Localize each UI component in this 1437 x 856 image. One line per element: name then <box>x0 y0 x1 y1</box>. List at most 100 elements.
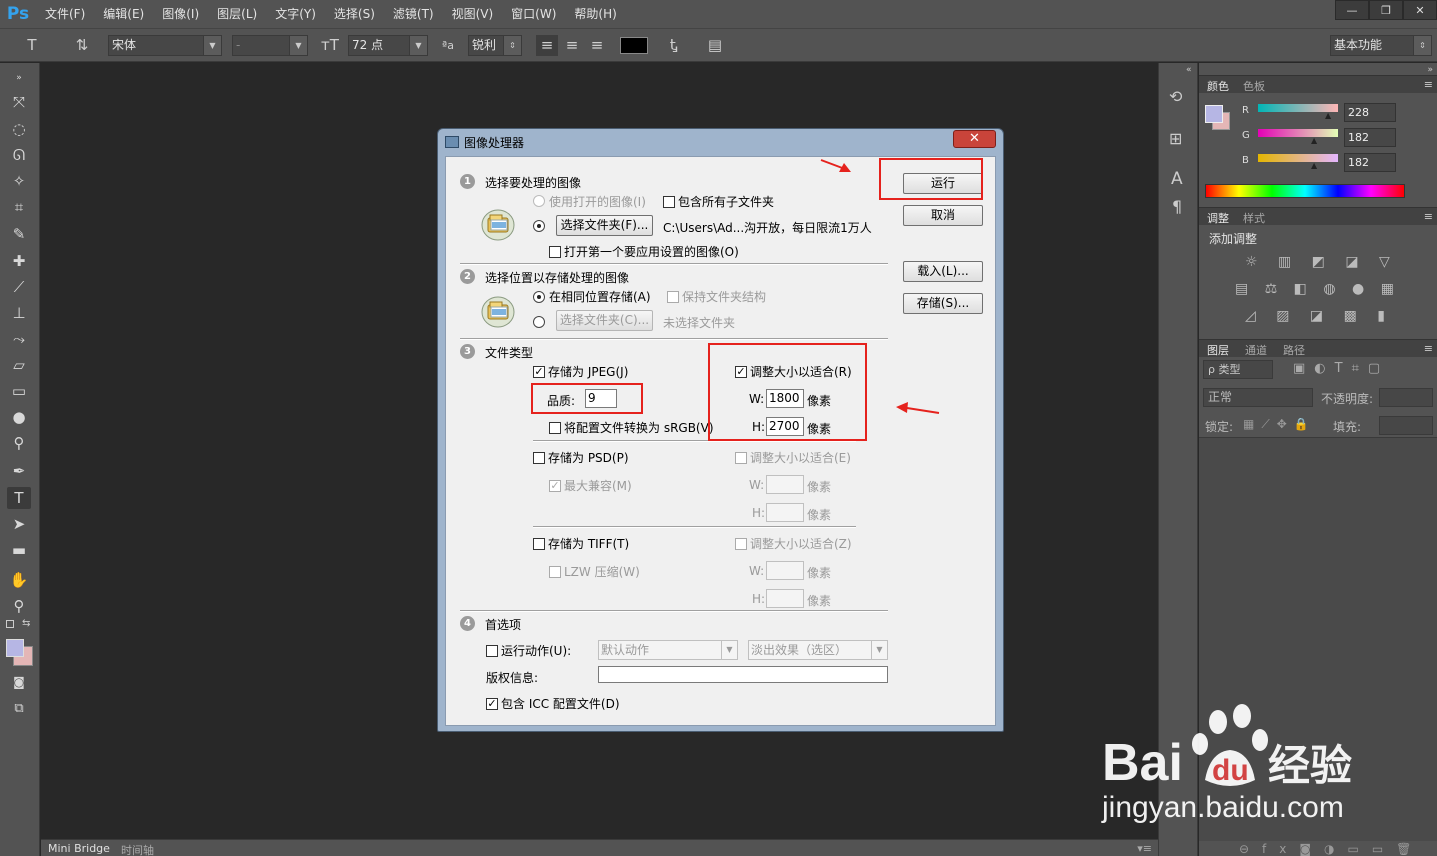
open-first-image-checkbox[interactable] <box>549 246 561 258</box>
tab-styles[interactable]: 样式 <box>1243 210 1265 226</box>
menu-filter[interactable]: 滤镜(T) <box>384 0 443 28</box>
menu-window[interactable]: 窗口(W) <box>502 0 565 28</box>
color-spectrum-bar[interactable] <box>1205 184 1405 198</box>
save-tiff-checkbox[interactable] <box>533 538 545 550</box>
slider-thumb-icon[interactable]: ▲ <box>1325 111 1331 120</box>
history-panel-icon[interactable]: ⟲ <box>1169 87 1182 106</box>
font-size-select[interactable]: 72 点 ▼ <box>348 35 428 56</box>
stamp-tool-icon[interactable]: ⊥ <box>7 302 31 324</box>
load-button[interactable]: 载入(L)... <box>903 261 983 282</box>
tiff-width-input[interactable] <box>766 561 804 580</box>
blend-mode-select[interactable]: 正常 <box>1203 388 1313 407</box>
tab-paths[interactable]: 路径 <box>1283 342 1305 358</box>
foreground-color-swatch[interactable] <box>6 639 24 657</box>
b-slider[interactable] <box>1258 154 1338 162</box>
marquee-tool-icon[interactable]: ◌ <box>7 118 31 140</box>
antialias-select[interactable]: 锐利 ⇕ <box>468 35 522 56</box>
text-color-swatch[interactable] <box>620 37 648 54</box>
shape-tool-icon[interactable]: ▬ <box>7 539 31 561</box>
include-subfolders-checkbox[interactable] <box>663 196 675 208</box>
panel-menu-icon[interactable]: ≡ <box>1424 210 1433 223</box>
workspace-select[interactable]: 基本功能 ⇕ <box>1330 35 1432 56</box>
panel-menu-icon[interactable]: ▾≡ <box>1137 842 1152 855</box>
use-open-images-radio[interactable] <box>533 195 545 207</box>
resize-tiff-checkbox[interactable] <box>735 538 747 550</box>
run-action-checkbox[interactable] <box>486 645 498 657</box>
menu-help[interactable]: 帮助(H) <box>565 0 625 28</box>
save-settings-button[interactable]: 存储(S)... <box>903 293 983 314</box>
paragraph-panel-icon[interactable]: ¶ <box>1172 197 1182 216</box>
tab-channels[interactable]: 通道 <box>1245 342 1267 358</box>
warp-text-icon[interactable]: Ꮏ <box>662 35 686 56</box>
default-colors-icon[interactable] <box>6 620 14 628</box>
tab-mini-bridge[interactable]: Mini Bridge <box>48 842 110 855</box>
fill-field[interactable] <box>1379 416 1433 435</box>
restore-button[interactable]: ❐ <box>1369 0 1403 20</box>
expand-icon[interactable]: « <box>1186 65 1192 75</box>
lock-icons[interactable]: ▦⟋✥🔒 <box>1243 417 1316 432</box>
collapse-panels-icon[interactable]: » <box>1427 65 1433 75</box>
psd-width-input[interactable] <box>766 475 804 494</box>
history-brush-icon[interactable]: ⤳ <box>7 328 31 350</box>
properties-panel-icon[interactable]: ⊞ <box>1169 129 1182 148</box>
zoom-tool-icon[interactable]: ⚲ <box>7 595 31 617</box>
quick-mask-icon[interactable]: ◙ <box>7 671 31 693</box>
align-center-icon[interactable]: ≡ <box>561 35 583 56</box>
tiff-height-input[interactable] <box>766 589 804 608</box>
same-location-radio[interactable] <box>533 291 545 303</box>
resize-psd-checkbox[interactable] <box>735 452 747 464</box>
adjustment-icons-row-3[interactable]: ◿ ▨ ◪ ▩ ▮ <box>1245 308 1393 324</box>
blur-tool-icon[interactable]: ● <box>7 406 31 428</box>
b-value-field[interactable]: 182 <box>1344 153 1396 172</box>
swap-colors-icon[interactable]: ⇆ <box>22 618 30 629</box>
maximize-compat-checkbox[interactable]: ✓ <box>549 480 561 492</box>
layers-footer-icons[interactable]: ⊖fx◙◑▭▭🗑 <box>1239 842 1424 856</box>
tab-swatches[interactable]: 色板 <box>1243 78 1265 94</box>
tab-adjustments[interactable]: 调整 <box>1207 210 1229 226</box>
adjustment-icons-row-1[interactable]: ☼ ▥ ◩ ◪ ▽ <box>1245 254 1398 270</box>
character-panel-icon[interactable]: ▤ <box>703 35 727 56</box>
panel-menu-icon[interactable]: ≡ <box>1424 78 1433 91</box>
opacity-field[interactable] <box>1379 388 1433 407</box>
type-tool-icon[interactable]: T <box>20 35 44 56</box>
align-left-icon[interactable]: ≡ <box>536 35 558 56</box>
gradient-tool-icon[interactable]: ▭ <box>7 380 31 402</box>
tab-color[interactable]: 颜色 <box>1207 78 1229 94</box>
include-icc-checkbox[interactable]: ✓ <box>486 698 498 710</box>
cancel-button[interactable]: 取消 <box>903 205 983 226</box>
eraser-tool-icon[interactable]: ▱ <box>7 354 31 376</box>
screen-mode-icon[interactable]: ⧉ <box>7 698 31 720</box>
layer-filter-icons[interactable]: ▣◐T⌗▢ <box>1293 361 1389 376</box>
menu-type[interactable]: 文字(Y) <box>266 0 325 28</box>
dodge-tool-icon[interactable]: ⚲ <box>7 432 31 454</box>
psd-height-input[interactable] <box>766 503 804 522</box>
brush-tool-icon[interactable]: ⟋ <box>7 276 31 298</box>
move-tool-icon[interactable]: ⤧ <box>7 91 31 113</box>
action-set-select[interactable]: 默认动作 ▼ <box>598 640 738 660</box>
choose-dest-folder-radio[interactable] <box>533 316 545 328</box>
choose-dest-folder-button[interactable]: 选择文件夹(C)... <box>556 310 653 331</box>
minimize-button[interactable]: — <box>1335 0 1369 20</box>
tab-layers[interactable]: 图层 <box>1207 342 1229 358</box>
g-slider[interactable] <box>1258 129 1338 137</box>
panel-menu-icon[interactable]: ≡ <box>1424 342 1433 355</box>
dialog-close-button[interactable]: ✕ <box>953 130 996 148</box>
tab-timeline[interactable]: 时间轴 <box>121 842 154 856</box>
menu-select[interactable]: 选择(S) <box>325 0 384 28</box>
pen-tool-icon[interactable]: ✒ <box>7 460 31 482</box>
g-value-field[interactable]: 182 <box>1344 128 1396 147</box>
menu-view[interactable]: 视图(V) <box>443 0 503 28</box>
lzw-checkbox[interactable] <box>549 566 561 578</box>
menu-edit[interactable]: 编辑(E) <box>94 0 153 28</box>
character-panel-icon[interactable]: A <box>1171 169 1183 189</box>
toggle-orientation-icon[interactable]: ⇅ <box>70 35 94 56</box>
magic-wand-icon[interactable]: ✧ <box>7 170 31 192</box>
action-name-select[interactable]: 淡出效果（选区） ▼ <box>748 640 888 660</box>
align-right-icon[interactable]: ≡ <box>586 35 608 56</box>
path-selection-icon[interactable]: ➤ <box>7 513 31 535</box>
choose-folder-radio[interactable] <box>533 220 545 232</box>
save-psd-checkbox[interactable] <box>533 452 545 464</box>
close-window-button[interactable]: ✕ <box>1403 0 1437 20</box>
collapse-icon[interactable]: » <box>7 67 31 89</box>
lasso-tool-icon[interactable]: ᘏ <box>7 144 31 166</box>
